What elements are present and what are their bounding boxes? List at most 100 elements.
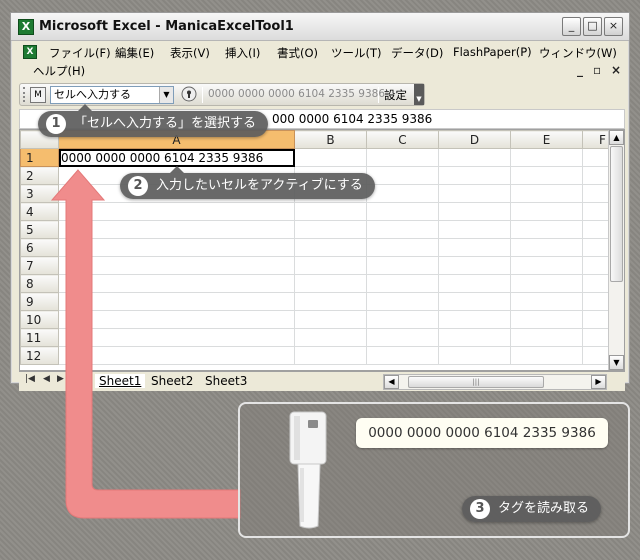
cell-c5[interactable]: [366, 220, 439, 239]
cell-a9[interactable]: [58, 292, 295, 311]
scroll-down-icon[interactable]: ▼: [609, 355, 624, 370]
row-header-2[interactable]: 2: [20, 166, 59, 185]
menu-data[interactable]: データ(D): [391, 45, 443, 61]
vertical-scrollbar[interactable]: ▲ ▼: [608, 130, 624, 370]
cell-c7[interactable]: [366, 256, 439, 275]
cell-b11[interactable]: [294, 328, 367, 347]
horizontal-scroll-thumb[interactable]: |||: [408, 376, 544, 388]
next-sheet-icon[interactable]: ▶: [57, 374, 64, 384]
cell-c2[interactable]: [366, 166, 439, 185]
input-mode-select[interactable]: セルへ入力する ▼: [50, 86, 174, 104]
row-header-7[interactable]: 7: [20, 256, 59, 275]
cell-c10[interactable]: [366, 310, 439, 329]
cell-c1[interactable]: [366, 148, 439, 167]
cell-a8[interactable]: [58, 274, 295, 293]
scroll-up-icon[interactable]: ▲: [609, 130, 624, 145]
row-header-8[interactable]: 8: [20, 274, 59, 293]
cell-d1[interactable]: [438, 148, 511, 167]
cell-d3[interactable]: [438, 184, 511, 203]
cell-c6[interactable]: [366, 238, 439, 257]
cell-c11[interactable]: [366, 328, 439, 347]
scroll-thumb[interactable]: [610, 146, 623, 282]
cell-e6[interactable]: [510, 238, 583, 257]
row-header-9[interactable]: 9: [20, 292, 59, 311]
column-header-c[interactable]: C: [366, 130, 439, 149]
menu-edit[interactable]: 編集(E): [115, 45, 154, 61]
cell-e4[interactable]: [510, 202, 583, 221]
cell-a10[interactable]: [58, 310, 295, 329]
cell-c4[interactable]: [366, 202, 439, 221]
cell-d8[interactable]: [438, 274, 511, 293]
cell-d5[interactable]: [438, 220, 511, 239]
cell-d9[interactable]: [438, 292, 511, 311]
first-sheet-icon[interactable]: |◀: [25, 374, 35, 384]
cell-e7[interactable]: [510, 256, 583, 275]
cell-b8[interactable]: [294, 274, 367, 293]
row-header-6[interactable]: 6: [20, 238, 59, 257]
column-header-d[interactable]: D: [438, 130, 511, 149]
scroll-right-icon[interactable]: ▶: [591, 375, 606, 389]
cell-e5[interactable]: [510, 220, 583, 239]
menu-flashpaper[interactable]: FlashPaper(P): [453, 45, 532, 59]
menu-file[interactable]: ファイル(F): [49, 45, 111, 61]
cell-e2[interactable]: [510, 166, 583, 185]
cell-d7[interactable]: [438, 256, 511, 275]
cell-a7[interactable]: [58, 256, 295, 275]
keyhole-icon[interactable]: [180, 86, 198, 104]
column-header-e[interactable]: E: [510, 130, 583, 149]
cell-e3[interactable]: [510, 184, 583, 203]
cell-a11[interactable]: [58, 328, 295, 347]
cell-b9[interactable]: [294, 292, 367, 311]
prev-sheet-icon[interactable]: ◀: [43, 374, 50, 384]
cell-a4[interactable]: [58, 202, 295, 221]
doc-close-button[interactable]: ×: [611, 63, 621, 77]
menu-window[interactable]: ウィンドウ(W): [539, 45, 617, 61]
cell-d10[interactable]: [438, 310, 511, 329]
title-bar[interactable]: X Microsoft Excel - ManicaExcelTool1 _ □…: [11, 13, 629, 41]
cell-e11[interactable]: [510, 328, 583, 347]
cell-b12[interactable]: [294, 346, 367, 365]
chevron-down-icon[interactable]: ▼: [159, 87, 173, 103]
cell-b1[interactable]: [294, 148, 367, 167]
row-header-4[interactable]: 4: [20, 202, 59, 221]
cell-a5[interactable]: [58, 220, 295, 239]
menu-insert[interactable]: 挿入(I): [225, 45, 260, 61]
cell-a6[interactable]: [58, 238, 295, 257]
cell-a12[interactable]: [58, 346, 295, 365]
cell-d11[interactable]: [438, 328, 511, 347]
column-header-b[interactable]: B: [294, 130, 367, 149]
tab-sheet3[interactable]: Sheet3: [205, 374, 247, 388]
cell-e9[interactable]: [510, 292, 583, 311]
row-header-1[interactable]: 1: [20, 148, 59, 167]
cell-e12[interactable]: [510, 346, 583, 365]
row-header-11[interactable]: 11: [20, 328, 59, 347]
row-header-12[interactable]: 12: [20, 346, 59, 365]
settings-button[interactable]: 設定: [384, 87, 407, 103]
cell-d4[interactable]: [438, 202, 511, 221]
tab-sheet1[interactable]: Sheet1: [95, 374, 146, 388]
minimize-button[interactable]: _: [562, 17, 581, 36]
workbook-icon[interactable]: X: [23, 45, 37, 59]
row-header-10[interactable]: 10: [20, 310, 59, 329]
cell-c8[interactable]: [366, 274, 439, 293]
row-header-5[interactable]: 5: [20, 220, 59, 239]
tool-app-icon[interactable]: M: [30, 87, 46, 103]
cell-d2[interactable]: [438, 166, 511, 185]
cell-d12[interactable]: [438, 346, 511, 365]
cell-b5[interactable]: [294, 220, 367, 239]
maximize-button[interactable]: □: [583, 17, 602, 36]
scroll-left-icon[interactable]: ◀: [384, 375, 399, 389]
menu-format[interactable]: 書式(O): [277, 45, 318, 61]
cell-b7[interactable]: [294, 256, 367, 275]
last-sheet-icon[interactable]: ▶|: [71, 374, 81, 384]
cell-b10[interactable]: [294, 310, 367, 329]
cell-c12[interactable]: [366, 346, 439, 365]
tab-sheet2[interactable]: Sheet2: [151, 374, 193, 388]
cell-b4[interactable]: [294, 202, 367, 221]
toolbar-grip[interactable]: [23, 87, 26, 102]
menu-view[interactable]: 表示(V): [170, 45, 210, 61]
cell-d6[interactable]: [438, 238, 511, 257]
cell-b6[interactable]: [294, 238, 367, 257]
cell-c3[interactable]: [366, 184, 439, 203]
cell-c9[interactable]: [366, 292, 439, 311]
